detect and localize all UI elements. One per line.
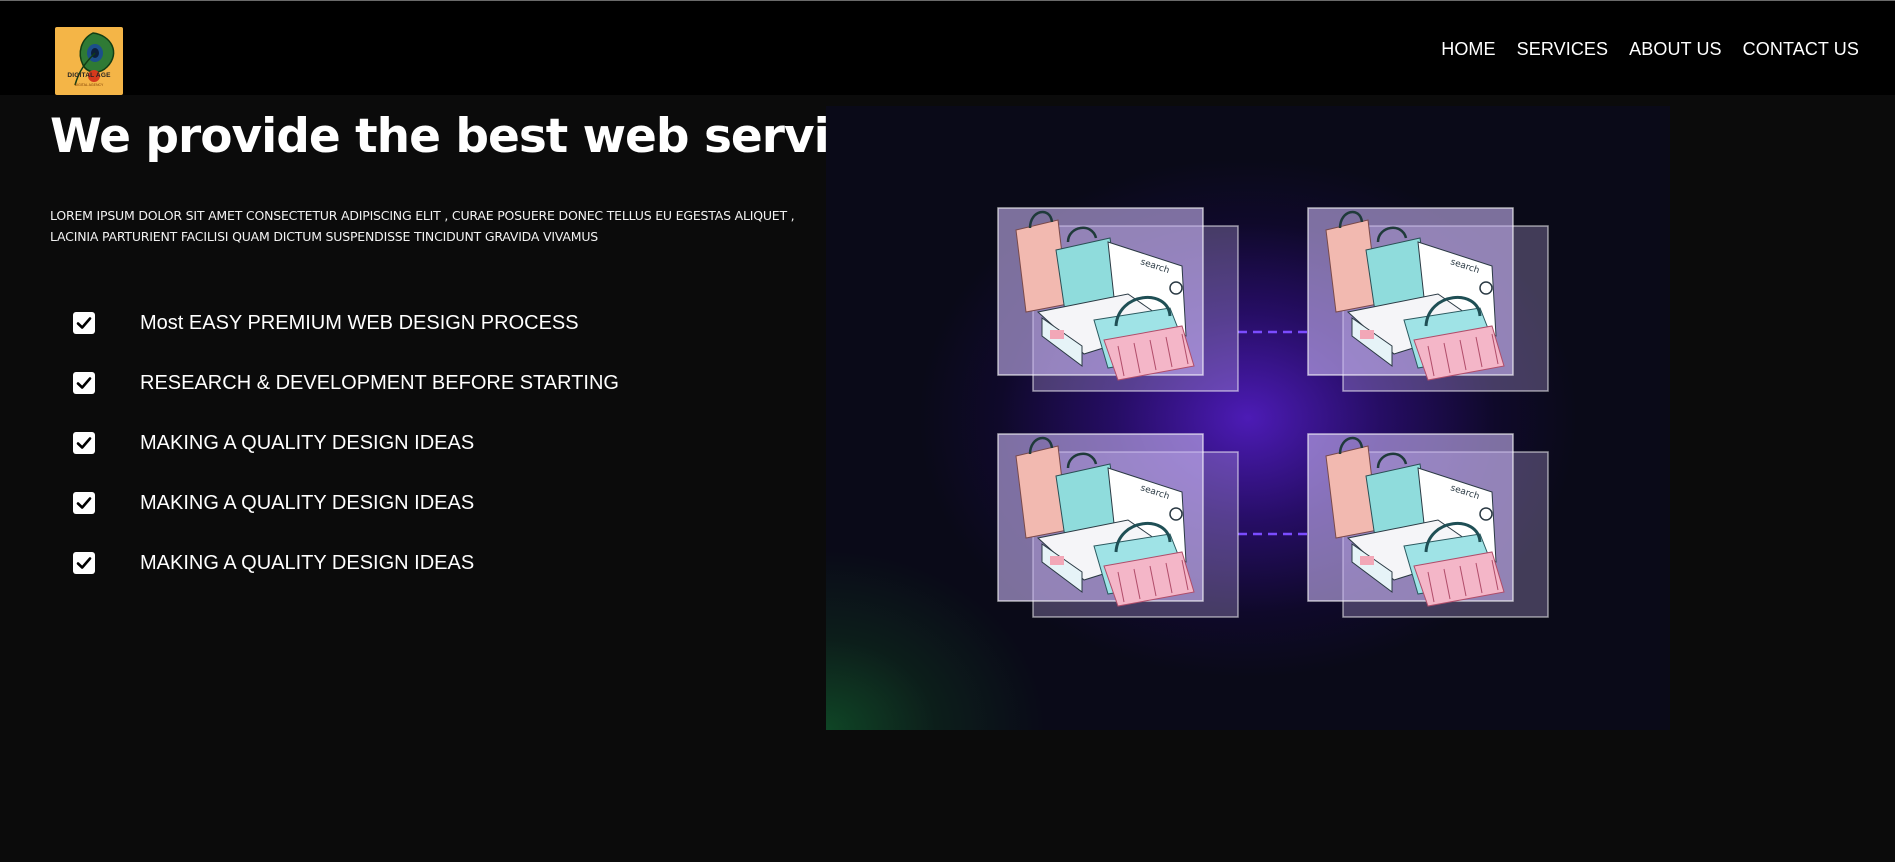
ecommerce-illustration: search search search search <box>997 207 1549 618</box>
feature-label: RESEARCH & DEVELOPMENT BEFORE STARTING <box>140 371 619 394</box>
checkbox-checked-icon <box>73 432 95 454</box>
nav-contact-us[interactable]: CONTACT US <box>1743 38 1859 60</box>
product-card: search <box>1307 433 1549 618</box>
feature-label: Most EASY PREMIUM WEB DESIGN PROCESS <box>140 311 579 334</box>
feature-item: MAKING A QUALITY DESIGN IDEAS <box>73 533 619 593</box>
hero-illustration: search search search search <box>826 106 1670 730</box>
feature-list: Most EASY PREMIUM WEB DESIGN PROCESS RES… <box>73 293 619 593</box>
feature-label: MAKING A QUALITY DESIGN IDEAS <box>140 551 475 574</box>
nav-services[interactable]: SERVICES <box>1517 38 1609 60</box>
product-card: search <box>997 433 1239 618</box>
checkbox-checked-icon <box>73 552 95 574</box>
feature-item: MAKING A QUALITY DESIGN IDEAS <box>73 413 619 473</box>
feature-item: MAKING A QUALITY DESIGN IDEAS <box>73 473 619 533</box>
checkbox-checked-icon <box>73 492 95 514</box>
nav-about-us[interactable]: ABOUT US <box>1629 38 1722 60</box>
feature-item: Most EASY PREMIUM WEB DESIGN PROCESS <box>73 293 619 353</box>
logo[interactable]: DIGITAL AGE DIGITAL AGENCY <box>55 27 123 95</box>
product-card: search <box>1307 207 1549 392</box>
product-card: search <box>997 207 1239 392</box>
logo-subtext: DIGITAL AGENCY <box>74 83 104 87</box>
feature-label: MAKING A QUALITY DESIGN IDEAS <box>140 431 475 454</box>
hero-description: LOREM IPSUM DOLOR SIT AMET CONSECTETUR A… <box>50 208 795 244</box>
nav-home[interactable]: HOME <box>1441 38 1495 60</box>
feature-label: MAKING A QUALITY DESIGN IDEAS <box>140 491 475 514</box>
logo-text: DIGITAL AGE <box>67 72 111 79</box>
site-header: DIGITAL AGE DIGITAL AGENCY HOME SERVICES… <box>0 1 1895 95</box>
hero-title: We provide the best web services <box>50 109 914 164</box>
feature-item: RESEARCH & DEVELOPMENT BEFORE STARTING <box>73 353 619 413</box>
main-nav: HOME SERVICES ABOUT US CONTACT US <box>1420 38 1859 60</box>
checkbox-checked-icon <box>73 372 95 394</box>
checkbox-checked-icon <box>73 312 95 334</box>
